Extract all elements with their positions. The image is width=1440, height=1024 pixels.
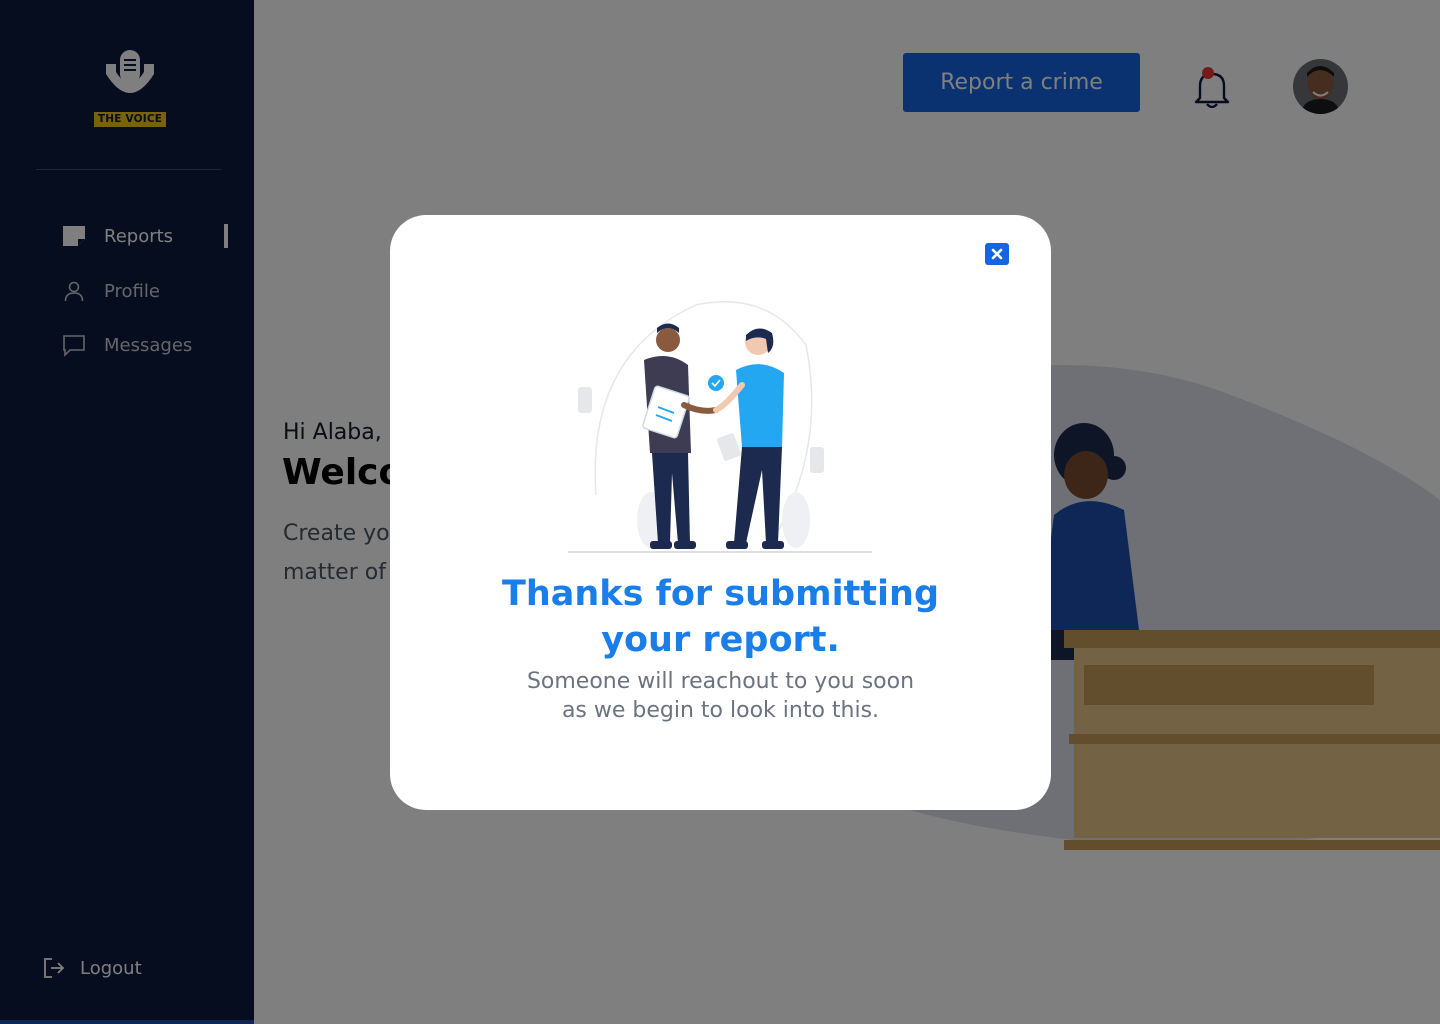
success-modal: Thanks for submitting your report. Someo… (390, 215, 1051, 810)
modal-subtitle-line: as we begin to look into this. (561, 698, 880, 723)
modal-title-line: your report. (601, 620, 840, 660)
close-button[interactable] (985, 243, 1009, 265)
modal-title: Thanks for submitting your report. (390, 571, 1051, 663)
handshake-illustration (568, 301, 872, 553)
modal-title-line: Thanks for submitting (501, 574, 940, 614)
modal-subtitle-line: Someone will reachout to you soon (526, 669, 915, 694)
modal-subtitle: Someone will reachout to you soon as we … (390, 667, 1051, 725)
close-icon (991, 248, 1003, 260)
